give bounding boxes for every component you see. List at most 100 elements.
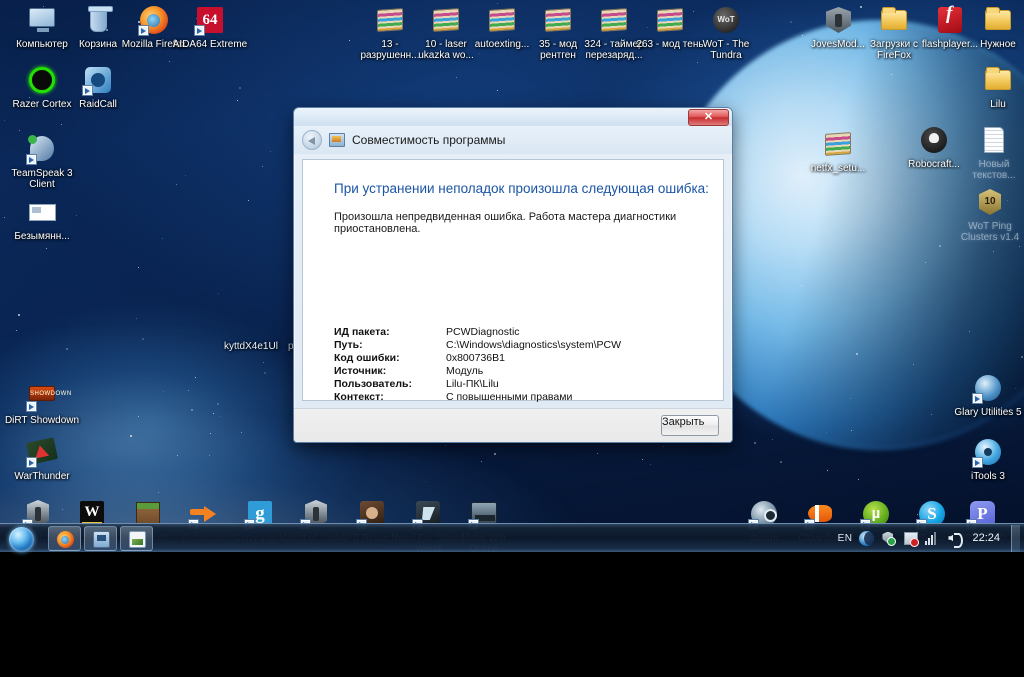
desktop-icon[interactable]: RaidCall	[60, 64, 136, 110]
clock[interactable]: 22:24	[972, 532, 1000, 544]
rar-icon	[822, 128, 854, 160]
desktop-icon[interactable]: 64 AIDA64 Extreme	[172, 4, 248, 50]
desktop-icon[interactable]: Безымянн...	[4, 196, 80, 242]
start-button[interactable]	[1, 525, 45, 552]
wpc-icon: 10	[974, 186, 1006, 218]
rar-icon	[598, 4, 630, 36]
shortcut-overlay-icon	[26, 457, 37, 468]
taskbar-system-button[interactable]	[84, 525, 117, 551]
detail-row: Код ошибки: 0x800736B1	[334, 352, 621, 365]
screenshot-letterbox	[0, 581, 1024, 677]
program-compatibility-dialog[interactable]: ✕ Совместимость программы При устранении…	[293, 107, 733, 443]
desktop-icon-label: Безымянн...	[14, 231, 70, 242]
show-desktop-button[interactable]	[1011, 524, 1020, 552]
note-icon	[26, 196, 58, 228]
desktop-icon-label: AIDA64 Extreme	[172, 39, 248, 50]
robo-icon	[918, 124, 950, 156]
error-message: Произошла непредвиденная ошибка. Работа …	[334, 211, 677, 235]
desktop-icon-label: iTools 3	[971, 471, 1005, 482]
aida-icon: 64	[194, 4, 226, 36]
close-button[interactable]: Закрыть	[661, 415, 719, 436]
detail-value: PCWDiagnostic	[446, 326, 520, 338]
rar-icon	[486, 4, 518, 36]
desktop-icon[interactable]: Новый текстов...	[956, 124, 1024, 181]
desktop-icon-label: WarThunder	[14, 471, 70, 482]
desktop-icon-label: netfx_setu...	[810, 163, 866, 174]
desktop-icon-label: TeamSpeak 3 Client	[11, 168, 73, 190]
folder-icon	[982, 4, 1014, 36]
desktop-icon[interactable]: WarThunder	[4, 436, 80, 482]
shortcut-overlay-icon	[972, 393, 983, 404]
folder-icon	[878, 4, 910, 36]
taskbar-photo-button[interactable]	[120, 525, 153, 551]
system-tray[interactable]: EN 22:24	[838, 524, 1024, 553]
detail-row: Источник: Модуль	[334, 365, 621, 378]
desktop-icon-label: WoT - The Tundra	[702, 39, 750, 61]
desktop-floating-text: kyttdX4e1Ul	[224, 341, 278, 352]
detail-key: Путь:	[334, 339, 363, 351]
dialog-header: Совместимость программы	[294, 126, 732, 154]
desktop-icon-label: Lilu	[990, 99, 1006, 110]
wot-icon: WoT	[710, 4, 742, 36]
detail-row: Пользователь: Lilu-ПК\Lilu	[334, 378, 621, 391]
detail-key: ИД пакета:	[334, 326, 390, 338]
desktop-icon[interactable]: WoT WoT - The Tundra	[688, 4, 764, 61]
wt-icon	[26, 436, 58, 468]
window-title: Совместимость программы	[352, 133, 506, 147]
detail-key: Источник:	[334, 365, 387, 377]
desktop[interactable]: Компьютер Корзина Mozilla Firefox 64 AIDA64 …	[0, 0, 1024, 552]
shortcut-overlay-icon	[82, 85, 93, 96]
desktop-icon[interactable]: iTools 3	[950, 436, 1024, 482]
detail-row: Контекст: С повышенными правами	[334, 391, 621, 404]
desktop-icon-label: DiRT Showdown	[4, 415, 80, 426]
computer-icon	[26, 4, 58, 36]
error-heading: При устранении неполадок произошла следу…	[334, 181, 709, 196]
desktop-icon[interactable]: netfx_setu...	[800, 128, 876, 174]
ts-icon	[26, 133, 58, 165]
doc-icon	[978, 124, 1010, 156]
detail-key: Контекст:	[334, 391, 384, 403]
joves-icon	[822, 4, 854, 36]
network-signal-icon[interactable]	[925, 531, 940, 546]
bin-icon	[82, 4, 114, 36]
rar-icon	[374, 4, 406, 36]
shortcut-overlay-icon	[26, 401, 37, 412]
back-arrow-icon[interactable]	[302, 130, 322, 150]
razer-icon	[26, 64, 58, 96]
close-icon[interactable]: ✕	[688, 109, 729, 126]
desktop-icon[interactable]: Lilu	[960, 64, 1024, 110]
rar-icon	[430, 4, 462, 36]
flag-alert-icon[interactable]	[903, 531, 920, 547]
shortcut-overlay-icon	[26, 154, 37, 165]
details-table: ИД пакета: PCWDiagnostic Путь: C:\Windows\d…	[334, 326, 621, 404]
desktop-icon[interactable]: Glary Utilities 5	[950, 372, 1024, 418]
taskbar-firefox-button[interactable]	[48, 525, 81, 551]
raid-icon	[82, 64, 114, 96]
moon-icon[interactable]	[859, 530, 875, 546]
shortcut-overlay-icon	[972, 457, 983, 468]
desktop-icon-label: WoT Ping Clusters v1.4	[960, 221, 1020, 243]
detail-value: Модуль	[446, 365, 484, 377]
volume-icon[interactable]	[947, 531, 964, 548]
photo-viewer-icon	[129, 530, 146, 548]
dirt-icon: SHOWDOWN	[26, 380, 71, 412]
ff-icon	[138, 4, 170, 36]
shield-check-icon[interactable]	[881, 531, 897, 546]
dialog-titlebar[interactable]: ✕	[294, 108, 732, 126]
desktop-icon[interactable]: Нужное	[960, 4, 1024, 50]
rar-icon	[654, 4, 686, 36]
detail-value: С повышенными правами	[446, 391, 573, 403]
dialog-body: При устранении неполадок произошла следу…	[302, 159, 724, 404]
desktop-icon-label: Нужное	[980, 39, 1016, 50]
desktop-icon-label: Новый текстов...	[972, 159, 1016, 181]
detail-value: C:\Windows\diagnostics\system\PCW	[446, 339, 622, 351]
detail-key: Пользователь:	[334, 378, 412, 390]
compatibility-icon	[329, 133, 345, 147]
desktop-icon[interactable]: TeamSpeak 3 Client	[4, 133, 80, 190]
language-indicator[interactable]: EN	[838, 533, 853, 544]
desktop-icon[interactable]: 10 WoT Ping Clusters v1.4	[952, 186, 1024, 243]
desktop-icon[interactable]: SHOWDOWN DiRT Showdown	[4, 380, 80, 426]
windows-taskbar[interactable]: EN 22:24	[0, 523, 1024, 552]
detail-value: Lilu-ПК\Lilu	[446, 378, 499, 390]
system-window-icon	[93, 530, 110, 548]
